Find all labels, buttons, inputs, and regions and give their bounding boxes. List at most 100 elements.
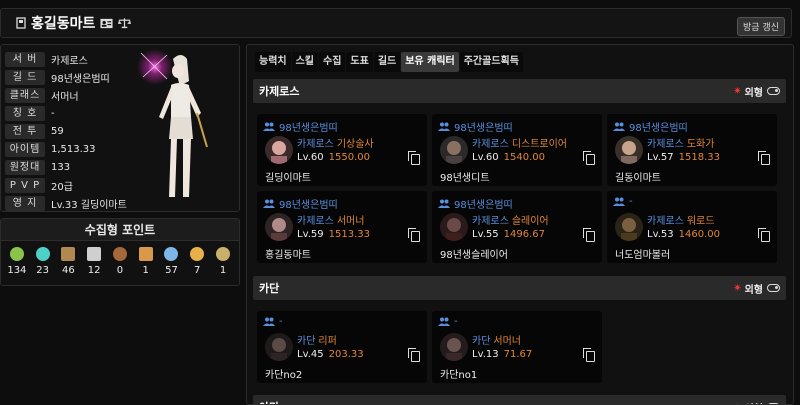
card-character-name: 홍길동마트 bbox=[265, 250, 311, 261]
info-row-combat: 전 투 59 bbox=[5, 123, 64, 139]
collection-item[interactable]: 134 bbox=[5, 247, 29, 276]
collection-item[interactable]: 1 bbox=[134, 247, 158, 276]
card-job: 리퍼 bbox=[318, 336, 337, 347]
character-card[interactable]: - 카단 서머너 Lv.13 71.67 카단no1 bbox=[432, 311, 602, 383]
info-row-server: 서 버 카제로스 bbox=[5, 51, 88, 67]
card-class: 카제로스 기상술사 bbox=[297, 135, 374, 150]
orpheus-star-icon bbox=[35, 247, 50, 261]
card-server: 카제로스 bbox=[472, 216, 509, 227]
info-row-guild: 길 드 98년생은범띠 bbox=[5, 69, 110, 85]
collection-count: 0 bbox=[116, 265, 124, 276]
card-level: Lv.60 1550.00 bbox=[297, 152, 370, 163]
collection-item[interactable]: 23 bbox=[31, 247, 55, 276]
card-guild: 98년생은범띠 bbox=[613, 119, 688, 134]
collection-item[interactable]: 46 bbox=[56, 247, 80, 276]
character-portrait bbox=[137, 49, 208, 197]
card-guild: - bbox=[613, 196, 633, 207]
card-guild: 98년생은범띠 bbox=[438, 196, 513, 211]
character-card[interactable]: 98년생은범띠 카제로스 서머너 Lv.59 1513.33 홍길동마트 bbox=[257, 191, 427, 263]
card-item-level: 71.67 bbox=[503, 349, 533, 360]
character-card[interactable]: 98년생은범띠 카제로스 디스트로이어 Lv.60 1540.00 98년생디트 bbox=[432, 114, 602, 186]
tab-bar: 능력치 스킬 수집 도표 길드 보유 캐릭터 주간골드획득 bbox=[255, 52, 524, 72]
sea-bounty-icon bbox=[216, 247, 230, 261]
collection-count: 7 bbox=[194, 265, 201, 276]
copy-icon[interactable] bbox=[583, 228, 595, 242]
info-label: 아이템 bbox=[5, 141, 45, 157]
id-card-icon[interactable] bbox=[100, 17, 113, 30]
tab-owned-characters[interactable]: 보유 캐릭터 bbox=[401, 52, 459, 72]
collection-item[interactable]: 57 bbox=[159, 247, 183, 276]
collection-count: 12 bbox=[87, 265, 101, 276]
card-guild: 98년생은범띠 bbox=[438, 119, 513, 134]
tab-chart[interactable]: 도표 bbox=[346, 52, 373, 72]
guild-name: 98년생은범띠 bbox=[454, 200, 513, 211]
appearance-toggle[interactable]: ✷ 외형 bbox=[733, 281, 780, 296]
card-guild: - bbox=[263, 316, 283, 327]
card-item-level: 1513.33 bbox=[328, 229, 370, 240]
copy-icon[interactable] bbox=[583, 151, 595, 165]
mokoko-seed-icon bbox=[112, 247, 127, 261]
tab-stats[interactable]: 능력치 bbox=[255, 52, 291, 72]
giant-heart-icon bbox=[61, 247, 76, 261]
character-card[interactable]: 98년생은범띠 카제로스 도화가 Lv.57 1518.33 길동이마트 bbox=[607, 114, 777, 186]
card-character-name: 카단no2 bbox=[265, 370, 303, 381]
tab-weekly-gold[interactable]: 주간골드획득 bbox=[459, 52, 523, 72]
card-character-name: 98년생슬레이어 bbox=[440, 250, 508, 261]
character-avatar bbox=[265, 213, 293, 241]
card-item-level: 1496.67 bbox=[503, 229, 545, 240]
users-icon bbox=[263, 122, 275, 131]
character-card[interactable]: - 카제로스 워로드 Lv.53 1460.00 너도엄마볼러 bbox=[607, 191, 777, 263]
character-avatar bbox=[615, 213, 643, 241]
guild-name: 98년생은범띠 bbox=[279, 123, 338, 134]
character-card[interactable]: 98년생은범띠 카제로스 슬레이어 Lv.55 1496.67 98년생슬레이어 bbox=[432, 191, 602, 263]
copy-icon[interactable] bbox=[408, 348, 420, 362]
info-row-pvp: P V P 20급 bbox=[5, 177, 73, 193]
collection-item[interactable]: 7 bbox=[185, 247, 209, 276]
server-header: 아만 ✷ 외형 bbox=[253, 395, 786, 405]
collection-item[interactable]: 12 bbox=[82, 247, 106, 276]
tab-guild[interactable]: 길드 bbox=[373, 52, 401, 72]
character-avatar bbox=[440, 333, 468, 361]
copy-icon[interactable] bbox=[758, 228, 770, 242]
card-level: Lv.13 71.67 bbox=[472, 349, 532, 360]
collection-item[interactable]: 0 bbox=[108, 247, 132, 276]
copy-icon[interactable] bbox=[408, 151, 420, 165]
copy-icon[interactable] bbox=[758, 151, 770, 165]
tab-collection[interactable]: 수집 bbox=[319, 52, 346, 72]
bookmark-icon[interactable] bbox=[14, 17, 27, 30]
appearance-toggle[interactable]: ✷ 외형 bbox=[733, 400, 780, 405]
card-level: Lv.59 1513.33 bbox=[297, 229, 370, 240]
card-character-name: 길동이마트 bbox=[615, 173, 661, 184]
card-item-level: 1460.00 bbox=[678, 229, 720, 240]
appearance-toggle-label: 외형 bbox=[745, 400, 763, 405]
guild-name: 98년생은범띠 bbox=[454, 123, 513, 134]
info-value: Lv.33 길딩이마트 bbox=[51, 199, 127, 211]
info-label: P V P bbox=[5, 177, 45, 193]
character-avatar bbox=[440, 213, 468, 241]
card-class: 카제로스 슬레이어 bbox=[472, 212, 549, 227]
card-character-name: 너도엄마볼러 bbox=[615, 250, 671, 261]
card-level-value: Lv.45 bbox=[297, 349, 324, 360]
scale-icon[interactable] bbox=[118, 17, 132, 30]
card-job: 서머너 bbox=[493, 336, 522, 347]
card-level-value: Lv.60 bbox=[297, 152, 324, 163]
toggle-switch-icon[interactable] bbox=[767, 87, 780, 95]
appearance-toggle-label: 외형 bbox=[744, 284, 763, 296]
copy-icon[interactable] bbox=[583, 348, 595, 362]
card-level: Lv.60 1540.00 bbox=[472, 152, 545, 163]
tab-skills[interactable]: 스킬 bbox=[291, 52, 319, 72]
character-card[interactable]: - 카단 리퍼 Lv.45 203.33 카단no2 bbox=[257, 311, 427, 383]
users-icon bbox=[613, 197, 625, 206]
info-label: 영 지 bbox=[5, 195, 45, 211]
users-icon bbox=[438, 317, 450, 326]
character-card[interactable]: 98년생은범띠 카제로스 기상술사 Lv.60 1550.00 길딩이마트 bbox=[257, 114, 427, 186]
appearance-toggle[interactable]: ✷ 외형 bbox=[733, 84, 780, 99]
info-label: 클래스 bbox=[5, 87, 45, 103]
refresh-status-button[interactable]: 방금 갱신 bbox=[737, 17, 785, 36]
info-label: 칭 호 bbox=[5, 105, 45, 121]
card-level: Lv.53 1460.00 bbox=[647, 229, 720, 240]
guild-name: - bbox=[629, 196, 633, 207]
collection-item[interactable]: 1 bbox=[211, 247, 235, 276]
toggle-switch-icon[interactable] bbox=[767, 284, 780, 292]
copy-icon[interactable] bbox=[408, 228, 420, 242]
